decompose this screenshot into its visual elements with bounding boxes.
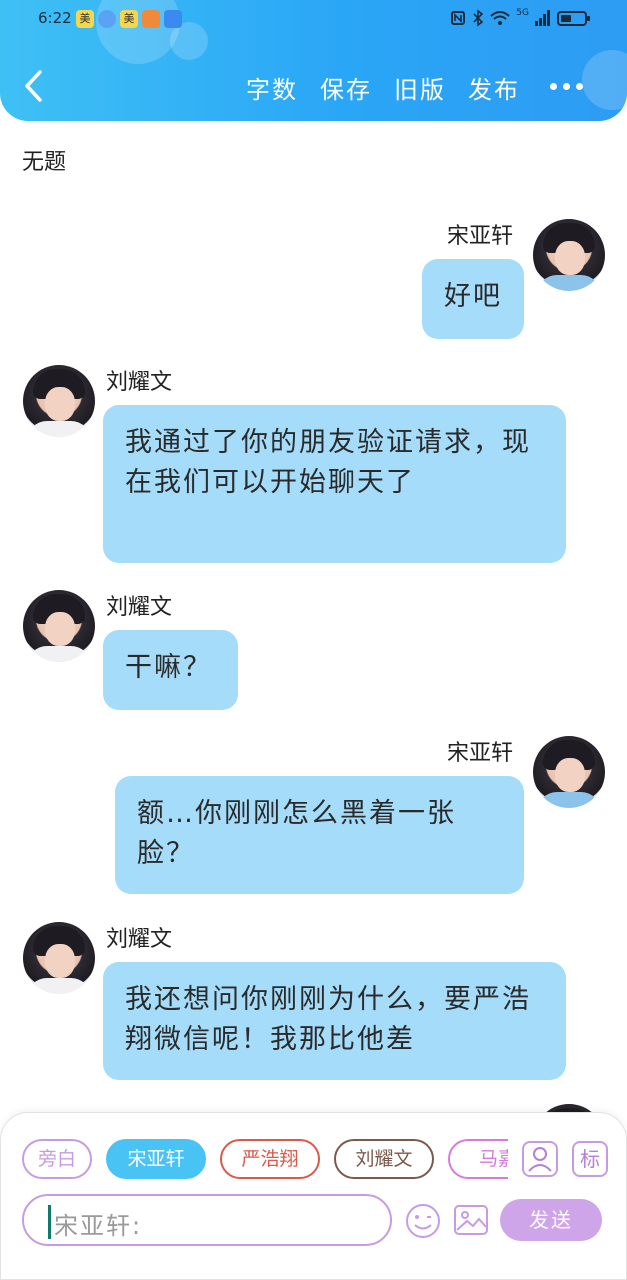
document-title[interactable]: 无题 — [22, 144, 66, 176]
signal-icon — [535, 10, 550, 26]
text-caret — [48, 1205, 51, 1239]
shopping-app-icon — [142, 10, 160, 28]
message-bubble[interactable]: 干嘛？ — [103, 630, 238, 710]
meituan-app-icon: 美 — [76, 10, 94, 28]
sender-name: 宋亚轩 — [447, 224, 514, 249]
back-button[interactable] — [18, 66, 52, 106]
message-bubble[interactable]: 好吧 — [422, 259, 524, 339]
send-button[interactable]: 发送 — [500, 1199, 602, 1241]
bluetooth-icon — [473, 9, 484, 27]
more-dot-icon — [550, 82, 557, 90]
top-app-bar: 6:22 美 美 5G 字数 保存 旧版 发布 — [0, 0, 627, 121]
more-dot-icon — [576, 82, 583, 90]
sender-name: 刘耀文 — [106, 595, 173, 620]
message-input[interactable]: 宋亚轩: — [22, 1194, 392, 1246]
old-version-button[interactable]: 旧版 — [394, 70, 446, 105]
publish-button[interactable]: 发布 — [468, 70, 520, 105]
message-bubble[interactable]: 我还想问你刚刚为什么，要严浩翔微信呢！我那比他差 — [103, 962, 566, 1080]
sender-name: 刘耀文 — [106, 927, 173, 952]
search-app-icon — [164, 10, 182, 28]
status-app-icons: 美 美 — [76, 10, 182, 28]
more-dot-icon — [563, 82, 570, 90]
avatar[interactable] — [23, 590, 95, 662]
role-selector: 旁白 宋亚轩 严浩翔 刘耀文 马嘉 — [22, 1139, 508, 1181]
header-actions: 字数 保存 旧版 发布 — [246, 70, 520, 105]
wifi-icon — [490, 11, 510, 25]
status-bar: 6:22 美 美 5G — [0, 0, 627, 38]
emoji-icon — [406, 1204, 440, 1238]
role-chip[interactable]: 严浩翔 — [220, 1139, 320, 1179]
role-chip[interactable]: 马嘉 — [448, 1139, 508, 1179]
image-button[interactable] — [453, 1202, 489, 1238]
avatar[interactable] — [533, 219, 605, 291]
role-chip-narrator[interactable]: 旁白 — [22, 1139, 92, 1179]
meituan-app-icon: 美 — [120, 10, 138, 28]
role-chip-active[interactable]: 宋亚轩 — [106, 1139, 206, 1179]
role-manager-button[interactable] — [522, 1141, 558, 1177]
message-input-value[interactable]: 宋亚轩: — [54, 1206, 142, 1241]
role-chip[interactable]: 刘耀文 — [334, 1139, 434, 1179]
nfc-icon — [451, 11, 466, 25]
chevron-left-icon — [25, 70, 42, 102]
image-icon — [454, 1205, 488, 1235]
sender-name: 刘耀文 — [106, 370, 173, 395]
avatar[interactable] — [23, 365, 95, 437]
avatar[interactable] — [533, 736, 605, 808]
avatar[interactable] — [23, 922, 95, 994]
word-count-button[interactable]: 字数 — [246, 70, 298, 105]
tag-button[interactable]: 标 — [572, 1141, 608, 1177]
browser-app-icon — [98, 10, 116, 28]
network-type-label: 5G — [516, 8, 529, 18]
save-button[interactable]: 保存 — [320, 70, 372, 105]
person-icon — [528, 1147, 552, 1172]
more-options-button[interactable] — [550, 76, 590, 96]
status-time: 6:22 — [38, 9, 72, 27]
status-indicators: 5G — [450, 8, 590, 27]
sender-name: 宋亚轩 — [447, 741, 514, 766]
message-bubble[interactable]: 额…你刚刚怎么黑着一张脸？ — [115, 776, 524, 894]
emoji-button[interactable] — [404, 1202, 442, 1240]
message-bubble[interactable]: 我通过了你的朋友验证请求，现在我们可以开始聊天了 — [103, 405, 566, 563]
battery-icon — [557, 10, 590, 26]
